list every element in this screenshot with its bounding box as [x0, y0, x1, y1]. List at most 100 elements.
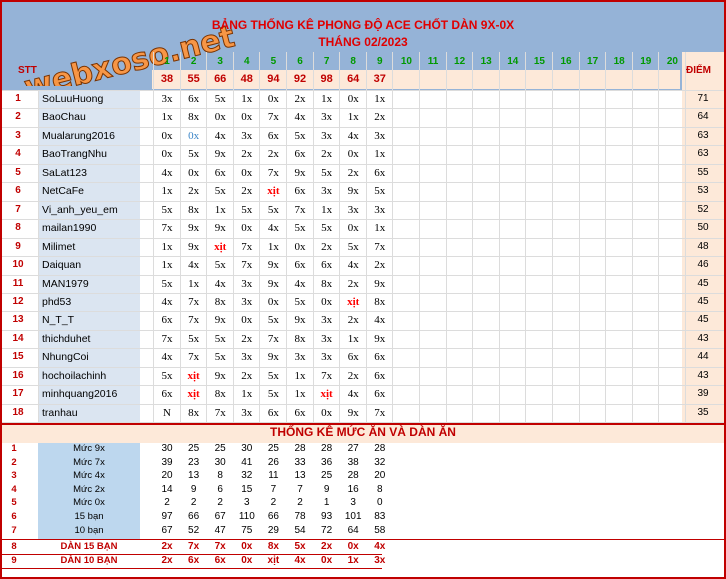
- pick-cell: 1x: [374, 93, 386, 105]
- grid-row-line: [2, 366, 724, 368]
- pick-cell: 6x: [374, 351, 386, 364]
- pick-cell: 7x: [161, 222, 173, 235]
- grid-col-line: [179, 52, 181, 423]
- pick-cell: 9x: [214, 148, 226, 161]
- pick-cell: 7x: [214, 406, 226, 419]
- stat-value: 16: [347, 483, 359, 495]
- stat-value: 28: [374, 443, 386, 454]
- stat-number: 3: [11, 470, 17, 482]
- pick-cell: 2x: [321, 240, 333, 253]
- pick-cell: 3x: [161, 93, 173, 105]
- day-number: 10: [400, 56, 412, 67]
- pick-cell: 5x: [214, 185, 226, 198]
- row-number: 9: [15, 240, 21, 252]
- day-number: 15: [533, 56, 545, 67]
- pick-cell: 0x: [347, 148, 359, 161]
- stat-value: 0: [377, 497, 383, 509]
- pick-cell: 7x: [374, 406, 386, 419]
- dan-value: 0x: [241, 555, 253, 566]
- grid-col-line: [339, 52, 341, 423]
- grid-col-line: [259, 52, 261, 423]
- pick-cell: 6x: [321, 259, 333, 272]
- pick-cell: 1x: [241, 388, 253, 401]
- player-score: 39: [697, 388, 709, 400]
- day-number: 1: [164, 56, 170, 67]
- stat-value: 97: [161, 511, 173, 522]
- player-name: phd53: [42, 295, 72, 308]
- grid-row-line: [2, 256, 724, 258]
- pick-cell: 5x: [161, 369, 173, 382]
- pick-cell: 9x: [294, 314, 306, 327]
- pick-cell: 7x: [188, 351, 200, 364]
- pick-cell: 6x: [347, 351, 359, 364]
- stat-label: 10 bạn: [74, 524, 104, 536]
- stat-value: 25: [188, 443, 200, 454]
- player-name: thichduhet: [42, 332, 91, 345]
- pick-cell: 4x: [161, 351, 173, 364]
- player-name: SoLuuHuong: [42, 93, 104, 105]
- stat-value: 28: [294, 443, 306, 454]
- dan-value: 0x: [241, 541, 253, 552]
- pick-cell: 6x: [294, 406, 306, 419]
- stat-value: 8: [377, 483, 383, 495]
- pick-cell: 6x: [374, 369, 386, 382]
- stat-number: 4: [11, 483, 17, 495]
- row-number: 1: [15, 93, 21, 104]
- pick-cell: 7x: [241, 259, 253, 272]
- stat-value: 28: [347, 470, 359, 482]
- player-score: 50: [697, 222, 709, 234]
- pick-cell: 5x: [214, 351, 226, 364]
- day-sum: 38: [160, 73, 174, 85]
- stat-value: 8: [217, 470, 223, 482]
- day-number: 17: [587, 56, 599, 67]
- grid-row-line: [2, 329, 724, 331]
- pick-cell: 5x: [321, 166, 333, 179]
- pick-cell: 5x: [188, 148, 200, 161]
- pick-cell: 2x: [347, 314, 359, 327]
- pick-cell: 7x: [267, 332, 279, 345]
- player-score: 44: [697, 351, 709, 363]
- stat-value: 93: [321, 511, 333, 522]
- row-number: 8: [15, 222, 21, 234]
- pick-cell: 2x: [321, 148, 333, 161]
- dan-value: 8x: [267, 541, 279, 552]
- stat-value: 47: [214, 524, 226, 536]
- day-number: 11: [427, 56, 439, 67]
- player-name: tranhau: [42, 406, 78, 419]
- row-number: 18: [12, 406, 24, 418]
- player-score: 43: [697, 332, 709, 344]
- grid-row-line: [2, 311, 724, 313]
- pick-cell: 9x: [374, 332, 386, 345]
- player-name: N_T_T: [42, 314, 75, 327]
- page-title: BẢNG THỐNG KÊ PHONG ĐỘ ACE CHỐT DÀN 9X-0…: [211, 18, 515, 32]
- day-number: 19: [640, 56, 652, 67]
- pick-cell: 6x: [161, 388, 173, 401]
- pick-cell: 1x: [241, 93, 253, 105]
- stat-value: 13: [294, 470, 306, 482]
- grid-col-line: [206, 52, 208, 423]
- pick-cell: 1x: [321, 93, 333, 105]
- pick-cell: 9x: [188, 222, 200, 235]
- stat-value: 9: [190, 483, 197, 495]
- grid-row-line: [2, 403, 724, 405]
- pick-cell: 5x: [214, 93, 226, 105]
- pick-cell: 0x: [321, 295, 333, 308]
- dan-value: 5x: [294, 541, 306, 552]
- pick-cell: 2x: [241, 332, 253, 345]
- day-number: 6: [297, 56, 303, 67]
- pick-cell: 4x: [347, 388, 359, 401]
- pick-cell: 4x: [374, 314, 386, 327]
- row-number: 10: [12, 259, 24, 271]
- pick-cell: 1x: [294, 369, 306, 382]
- pick-cell: 7x: [267, 166, 279, 179]
- grid-col-line: [445, 52, 447, 423]
- day-number: 9: [377, 56, 383, 67]
- day-number: 2: [190, 56, 197, 67]
- dan-value: 7x: [188, 541, 200, 552]
- pick-cell: 0x: [267, 93, 279, 105]
- player-name: BaoTrangNhu: [42, 148, 107, 161]
- pick-cell: 1x: [374, 148, 386, 161]
- pick-cell: 5x: [321, 222, 333, 235]
- grid-col-line: [38, 90, 39, 423]
- pick-cell: xịt: [187, 369, 200, 382]
